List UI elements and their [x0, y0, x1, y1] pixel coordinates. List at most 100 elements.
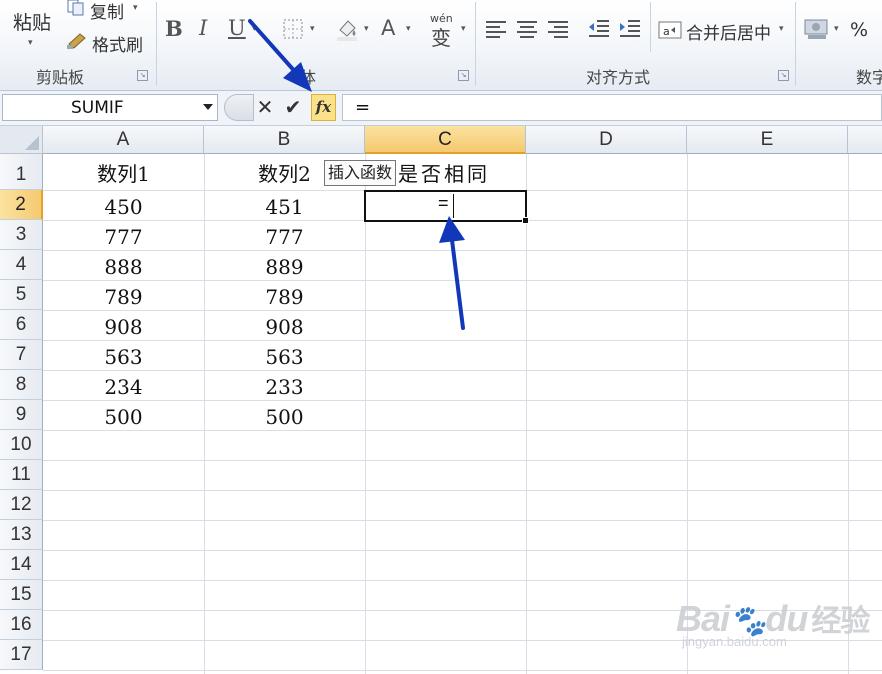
align-center-icon[interactable] [516, 20, 538, 38]
select-all-button[interactable] [0, 126, 43, 154]
fill-color-icon[interactable] [334, 16, 360, 42]
percent-button[interactable]: % [850, 19, 868, 41]
merge-center-icon[interactable]: a [658, 20, 682, 40]
font-color-button[interactable]: A [381, 16, 395, 40]
row-header-15[interactable]: 15 [0, 580, 43, 610]
row-header-14[interactable]: 14 [0, 550, 43, 580]
decrease-indent-icon[interactable] [588, 19, 610, 39]
row-header-8[interactable]: 8 [0, 370, 43, 400]
cell-a6[interactable]: 908 [43, 312, 204, 342]
border-dropdown-icon[interactable]: ▾ [310, 24, 315, 34]
cell-b5[interactable]: 789 [204, 282, 365, 312]
gridline [526, 154, 527, 674]
cancel-entry-button[interactable]: ✕ [253, 94, 277, 121]
cell-a4[interactable]: 888 [43, 252, 204, 282]
row-header-4[interactable]: 4 [0, 250, 43, 280]
italic-button[interactable]: I [199, 16, 207, 40]
copy-button[interactable]: 复制 [90, 0, 124, 23]
row-header-13[interactable]: 13 [0, 520, 43, 550]
cell-a5[interactable]: 789 [43, 282, 204, 312]
group-separator [650, 2, 651, 52]
border-icon[interactable] [282, 18, 304, 40]
row-header-5[interactable]: 5 [0, 280, 43, 310]
gridline [43, 520, 882, 521]
cell-a9[interactable]: 500 [43, 402, 204, 432]
cell-a8[interactable]: 234 [43, 372, 204, 402]
column-header-f-partial[interactable] [848, 126, 882, 154]
active-cell-c2[interactable]: = [364, 190, 529, 224]
row-header-17[interactable]: 17 [0, 640, 43, 670]
name-box[interactable]: SUMIF [2, 94, 218, 121]
formula-bar-grip[interactable] [224, 94, 254, 121]
column-header-e[interactable]: E [687, 126, 848, 154]
fill-handle[interactable] [522, 217, 529, 224]
cell-b6[interactable]: 908 [204, 312, 365, 342]
accounting-dropdown-icon[interactable]: ▾ [834, 24, 839, 34]
formula-input[interactable]: = [342, 94, 882, 121]
formula-input-value: = [355, 97, 371, 118]
select-all-icon [25, 136, 39, 150]
group-separator [475, 2, 476, 86]
underline-dropdown-icon[interactable]: ▾ [252, 24, 257, 34]
cell-c1[interactable]: 是否相同 [398, 159, 490, 189]
fill-color-dropdown-icon[interactable]: ▾ [364, 24, 369, 34]
row-header-11[interactable]: 11 [0, 460, 43, 490]
name-box-dropdown-icon[interactable] [203, 104, 213, 110]
row-header-1[interactable]: 1 [0, 160, 43, 190]
row-header-10[interactable]: 10 [0, 430, 43, 460]
cell-b2[interactable]: 451 [204, 192, 365, 222]
row-header-6[interactable]: 6 [0, 310, 43, 340]
row-header-7[interactable]: 7 [0, 340, 43, 370]
cell-a7[interactable]: 563 [43, 342, 204, 372]
cell-b9[interactable]: 500 [204, 402, 365, 432]
phonetic-dropdown-icon[interactable]: ▾ [461, 24, 466, 34]
underline-button[interactable]: U [228, 16, 246, 40]
gridline [43, 670, 882, 671]
gridline [43, 460, 882, 461]
row-header-12[interactable]: 12 [0, 490, 43, 520]
row-header-2[interactable]: 2 [0, 190, 43, 220]
cell-b8[interactable]: 233 [204, 372, 365, 402]
insert-function-button[interactable]: fx [311, 94, 336, 121]
clipboard-dialog-launcher-icon[interactable]: ↘ [137, 70, 148, 81]
group-separator [795, 2, 796, 86]
cell-a2[interactable]: 450 [43, 192, 204, 222]
align-right-icon[interactable] [547, 20, 569, 38]
row-header-9[interactable]: 9 [0, 400, 43, 430]
paste-button[interactable]: 粘贴 [13, 8, 51, 35]
column-header-d[interactable]: D [526, 126, 687, 154]
column-header-b[interactable]: B [204, 126, 365, 154]
merge-center-dropdown-icon[interactable]: ▾ [779, 24, 784, 34]
cell-b4[interactable]: 889 [204, 252, 365, 282]
formula-bar: SUMIF ✕ ✔ fx = [0, 91, 882, 126]
bold-button[interactable]: B [165, 16, 183, 41]
number-group-label: 数字 [856, 68, 882, 87]
column-header-c[interactable]: C [365, 126, 526, 154]
confirm-entry-button[interactable]: ✔ [281, 94, 305, 121]
alignment-dialog-launcher-icon[interactable]: ↘ [778, 70, 789, 81]
increase-indent-icon[interactable] [619, 19, 641, 39]
cell-a3[interactable]: 777 [43, 222, 204, 252]
cell-b3[interactable]: 777 [204, 222, 365, 252]
merge-center-button[interactable]: 合并后居中 [686, 19, 771, 44]
accounting-format-icon[interactable] [804, 18, 830, 40]
font-group-label: 体 [300, 68, 317, 87]
align-left-icon[interactable] [485, 20, 507, 38]
copy-dropdown-icon[interactable]: ▾ [133, 3, 138, 13]
format-painter-button[interactable]: 格式刷 [92, 31, 143, 56]
ribbon: 粘贴 ▾ 复制 ▾ 格式刷 剪贴板 ↘ B I U ▾ ▾ ▾ A ▾ wén … [0, 0, 882, 91]
font-dialog-launcher-icon[interactable]: ↘ [458, 70, 469, 81]
row-header-1-top [0, 154, 43, 160]
row-header-3[interactable]: 3 [0, 220, 43, 250]
row-header-16[interactable]: 16 [0, 610, 43, 640]
font-color-dropdown-icon[interactable]: ▾ [406, 24, 411, 34]
watermark-logo-text: Bai [676, 598, 730, 639]
phonetic-char-label: 变 [431, 26, 451, 50]
phonetic-guide-icon[interactable]: wén 变 [430, 12, 460, 50]
cell-a1[interactable]: 数列1 [43, 159, 204, 189]
clipboard-group-label: 剪贴板 [36, 68, 85, 87]
gridline [43, 490, 882, 491]
cell-b7[interactable]: 563 [204, 342, 365, 372]
column-header-a[interactable]: A [43, 126, 204, 154]
paste-dropdown-icon[interactable]: ▾ [28, 38, 33, 48]
